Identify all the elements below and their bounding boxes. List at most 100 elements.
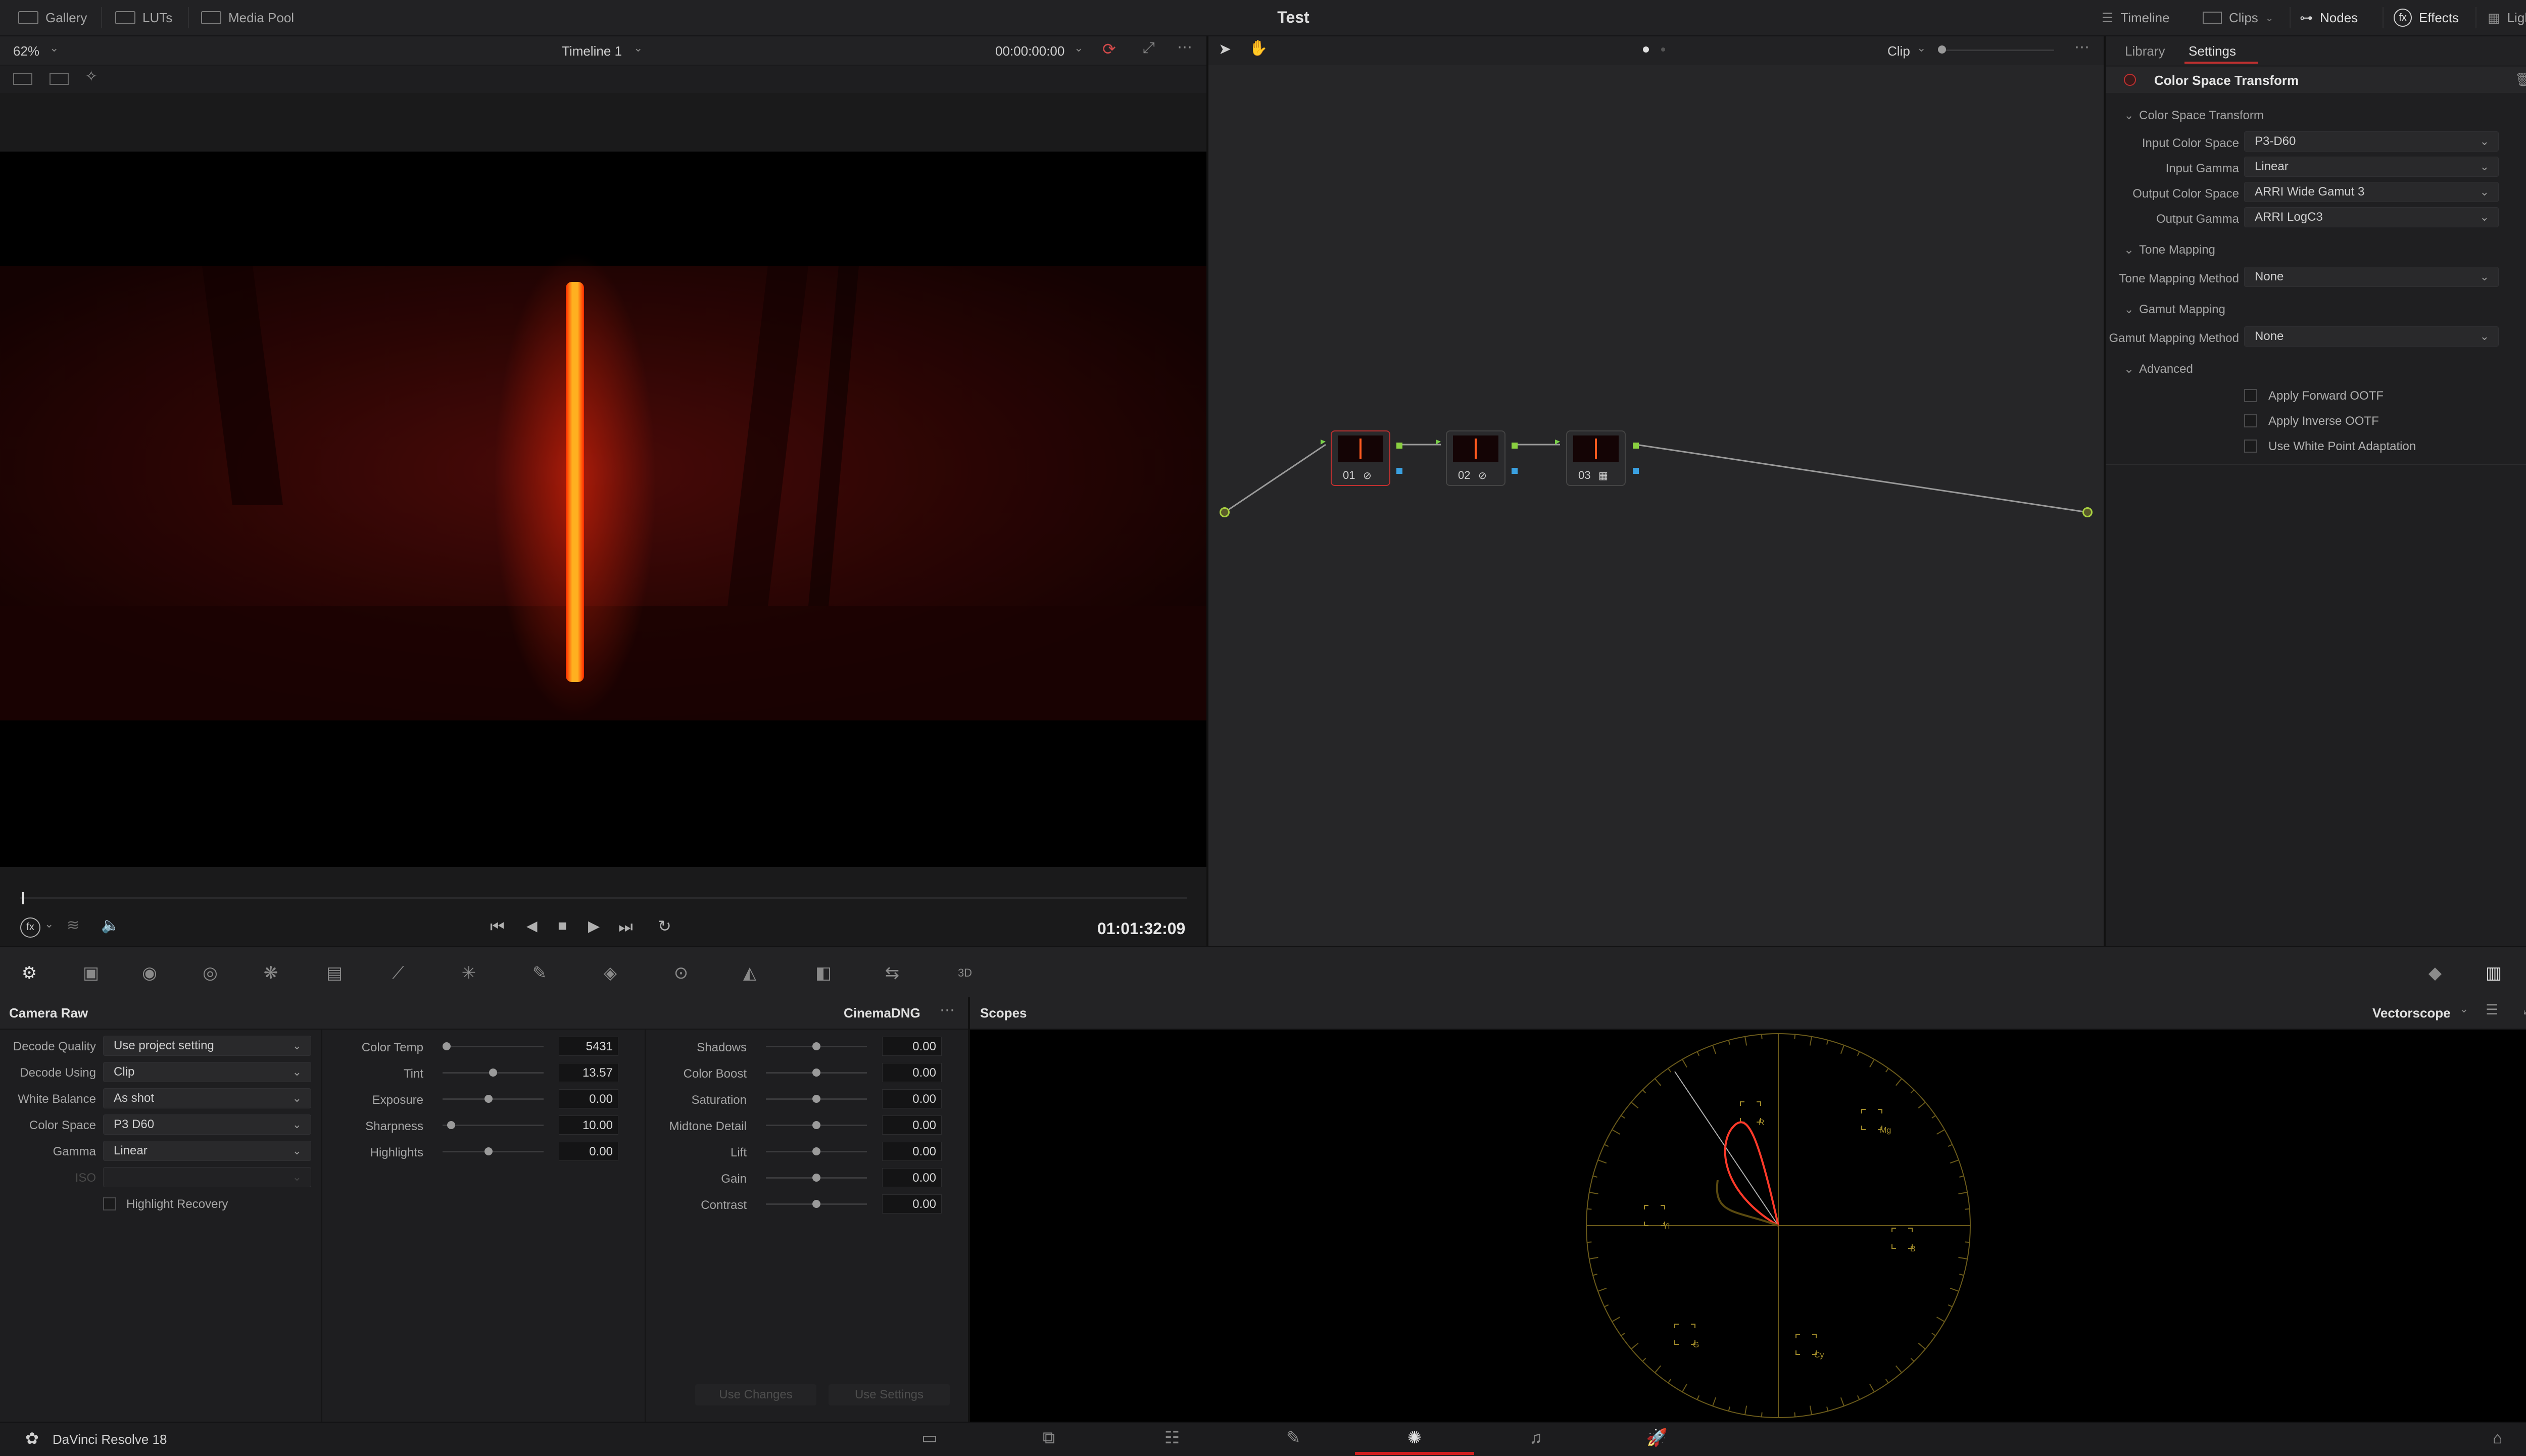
timeline-name[interactable]: Timeline 1 — [562, 43, 622, 59]
apply-inverse-ootf-checkbox[interactable] — [2244, 414, 2257, 427]
page-fairlight-icon[interactable]: ♫ — [1521, 1424, 1551, 1452]
slider-track[interactable] — [766, 1121, 867, 1129]
timeline-toggle-button[interactable]: ☰ Timeline — [2102, 0, 2170, 35]
slider-knob[interactable] — [812, 1042, 820, 1050]
slider-value-field[interactable]: 0.00 — [882, 1115, 942, 1135]
loop-icon[interactable]: ↻ — [658, 916, 671, 936]
gallery-button[interactable]: Gallery — [18, 0, 87, 35]
color-space-select[interactable]: P3 D60 ⌄ — [103, 1114, 311, 1135]
scopes-icon[interactable]: ▥ — [2483, 962, 2505, 984]
slider-value-field[interactable]: 13.57 — [559, 1063, 618, 1082]
lightbox-toggle-button[interactable]: ▦ Lightbox — [2488, 0, 2526, 35]
slider-value-field[interactable]: 5431 — [559, 1037, 618, 1056]
slider-knob[interactable] — [812, 1147, 820, 1155]
zoom-slider-knob[interactable] — [1938, 45, 1946, 54]
zoom-slider[interactable] — [1938, 50, 2054, 51]
scope-settings-icon[interactable]: ☰ — [2486, 1001, 2498, 1018]
fx-bypass-icon[interactable]: fx — [20, 917, 40, 938]
split-view-icon[interactable] — [50, 73, 69, 85]
node-output-target[interactable] — [2082, 507, 2093, 517]
tone-mapping-method-select[interactable]: None ⌄ — [2244, 267, 2499, 287]
chevron-down-icon[interactable]: ⌄ — [1917, 41, 1926, 55]
qualifier-icon[interactable]: ✎ — [528, 962, 551, 984]
input-gamma-select[interactable]: Linear ⌄ — [2244, 157, 2499, 177]
expand-icon[interactable]: ⤢ — [2523, 1001, 2526, 1018]
slider-value-field[interactable]: 0.00 — [882, 1063, 942, 1082]
slider-value-field[interactable]: 0.00 — [882, 1089, 942, 1108]
use-white-point-adaptation-checkbox[interactable] — [2244, 440, 2257, 453]
magic-wand-icon[interactable]: ✧ — [85, 68, 98, 85]
nodes-toggle-button[interactable]: ⊶ Nodes — [2300, 0, 2358, 35]
color-warper-icon[interactable]: ✳ — [458, 962, 480, 984]
page-deliver-icon[interactable]: 🚀 — [1642, 1424, 1672, 1452]
stop-icon[interactable]: ■ — [558, 917, 567, 935]
chevron-down-icon[interactable]: ⌄ — [634, 41, 643, 55]
loop-sync-icon[interactable]: ⟳ — [1102, 39, 1116, 59]
chevron-down-icon[interactable]: ⌄ — [2459, 1002, 2468, 1015]
home-icon[interactable]: ⌂ — [2493, 1429, 2502, 1447]
page-edit-icon[interactable]: ☷ — [1157, 1424, 1187, 1452]
key-icon[interactable]: ⇆ — [881, 962, 903, 984]
hdr-wheels-icon[interactable]: ◎ — [199, 962, 221, 984]
zoom-level[interactable]: 62% — [13, 43, 39, 59]
clips-toggle-button[interactable]: Clips ⌄ — [2203, 0, 2274, 35]
input-color-space-select[interactable]: P3-D60 ⌄ — [2244, 131, 2499, 152]
page-media-icon[interactable]: ▭ — [914, 1424, 945, 1452]
slider-knob[interactable] — [484, 1147, 493, 1155]
node-02[interactable]: 02 ⊘ — [1446, 430, 1505, 486]
effect-enable-toggle[interactable] — [2124, 74, 2136, 86]
single-view-icon[interactable] — [13, 73, 32, 85]
camera-raw-icon[interactable]: ⚙ — [18, 962, 40, 984]
use-settings-button[interactable]: Use Settings — [829, 1384, 950, 1405]
viewer-timecode[interactable]: 00:00:00:00 — [995, 43, 1064, 59]
page-fusion-icon[interactable]: ✎ — [1278, 1424, 1308, 1452]
slider-value-field[interactable]: 0.00 — [882, 1037, 942, 1056]
node-mode-select[interactable]: Clip — [1887, 43, 1910, 59]
step-back-icon[interactable]: ◀ — [526, 917, 538, 934]
apply-forward-ootf-checkbox[interactable] — [2244, 389, 2257, 402]
slider-knob[interactable] — [812, 1200, 820, 1208]
motion-effects-icon[interactable]: ▤ — [323, 962, 346, 984]
gamut-mapping-method-select[interactable]: None ⌄ — [2244, 326, 2499, 347]
node-03[interactable]: 03 ▦ — [1566, 430, 1626, 486]
slider-value-field[interactable]: 0.00 — [559, 1142, 618, 1161]
skip-to-start-icon[interactable]: ⏮ — [490, 917, 505, 937]
slider-knob[interactable] — [443, 1042, 451, 1050]
slider-knob[interactable] — [812, 1121, 820, 1129]
color-match-icon[interactable]: ▣ — [80, 962, 102, 984]
slider-track[interactable] — [443, 1147, 544, 1155]
tab-library[interactable]: Library — [2125, 43, 2165, 59]
hand-icon[interactable]: ✋ — [1249, 39, 1268, 57]
slider-knob[interactable] — [484, 1095, 493, 1103]
scope-mode-select[interactable]: Vectorscope — [2372, 1005, 2451, 1021]
keyframes-icon[interactable]: ◆ — [2424, 962, 2446, 984]
decode-using-select[interactable]: Clip ⌄ — [103, 1062, 311, 1082]
more-options-icon[interactable]: ⋯ — [1177, 38, 1192, 56]
skip-to-end-icon[interactable]: ⏭ — [618, 917, 633, 937]
node-01[interactable]: 01 ⊘ — [1331, 430, 1390, 486]
effects-toggle-button[interactable]: fx Effects — [2394, 0, 2459, 35]
page-cut-icon[interactable]: ⧉ — [1034, 1424, 1064, 1452]
slider-track[interactable] — [443, 1069, 544, 1077]
slider-track[interactable] — [766, 1095, 867, 1103]
pointer-icon[interactable]: ➤ — [1219, 40, 1231, 58]
slider-value-field[interactable]: 0.00 — [882, 1142, 942, 1161]
media-pool-button[interactable]: Media Pool — [201, 0, 294, 35]
playhead[interactable] — [22, 892, 24, 904]
trash-icon[interactable]: 🗑 — [2515, 72, 2526, 87]
slider-track[interactable] — [443, 1121, 544, 1129]
node-alpha-out[interactable] — [1396, 468, 1402, 474]
slider-value-field[interactable]: 0.00 — [559, 1089, 618, 1108]
output-gamma-select[interactable]: ARRI LogC3 ⌄ — [2244, 207, 2499, 227]
tracker-icon[interactable]: ⊙ — [670, 962, 692, 984]
rgb-mixer-icon[interactable]: ❋ — [260, 962, 282, 984]
slider-knob[interactable] — [447, 1121, 456, 1129]
node-rgb-out[interactable] — [1633, 443, 1639, 449]
slider-track[interactable] — [766, 1069, 867, 1077]
luts-button[interactable]: LUTs — [115, 0, 172, 35]
white-balance-select[interactable]: As shot ⌄ — [103, 1088, 311, 1108]
chevron-down-icon[interactable]: ⌄ — [44, 917, 54, 931]
page-color-icon[interactable]: ✺ — [1399, 1424, 1430, 1452]
volume-icon[interactable]: 🔈 — [101, 916, 120, 934]
section-advanced[interactable]: ⌄ Advanced — [2124, 362, 2193, 376]
